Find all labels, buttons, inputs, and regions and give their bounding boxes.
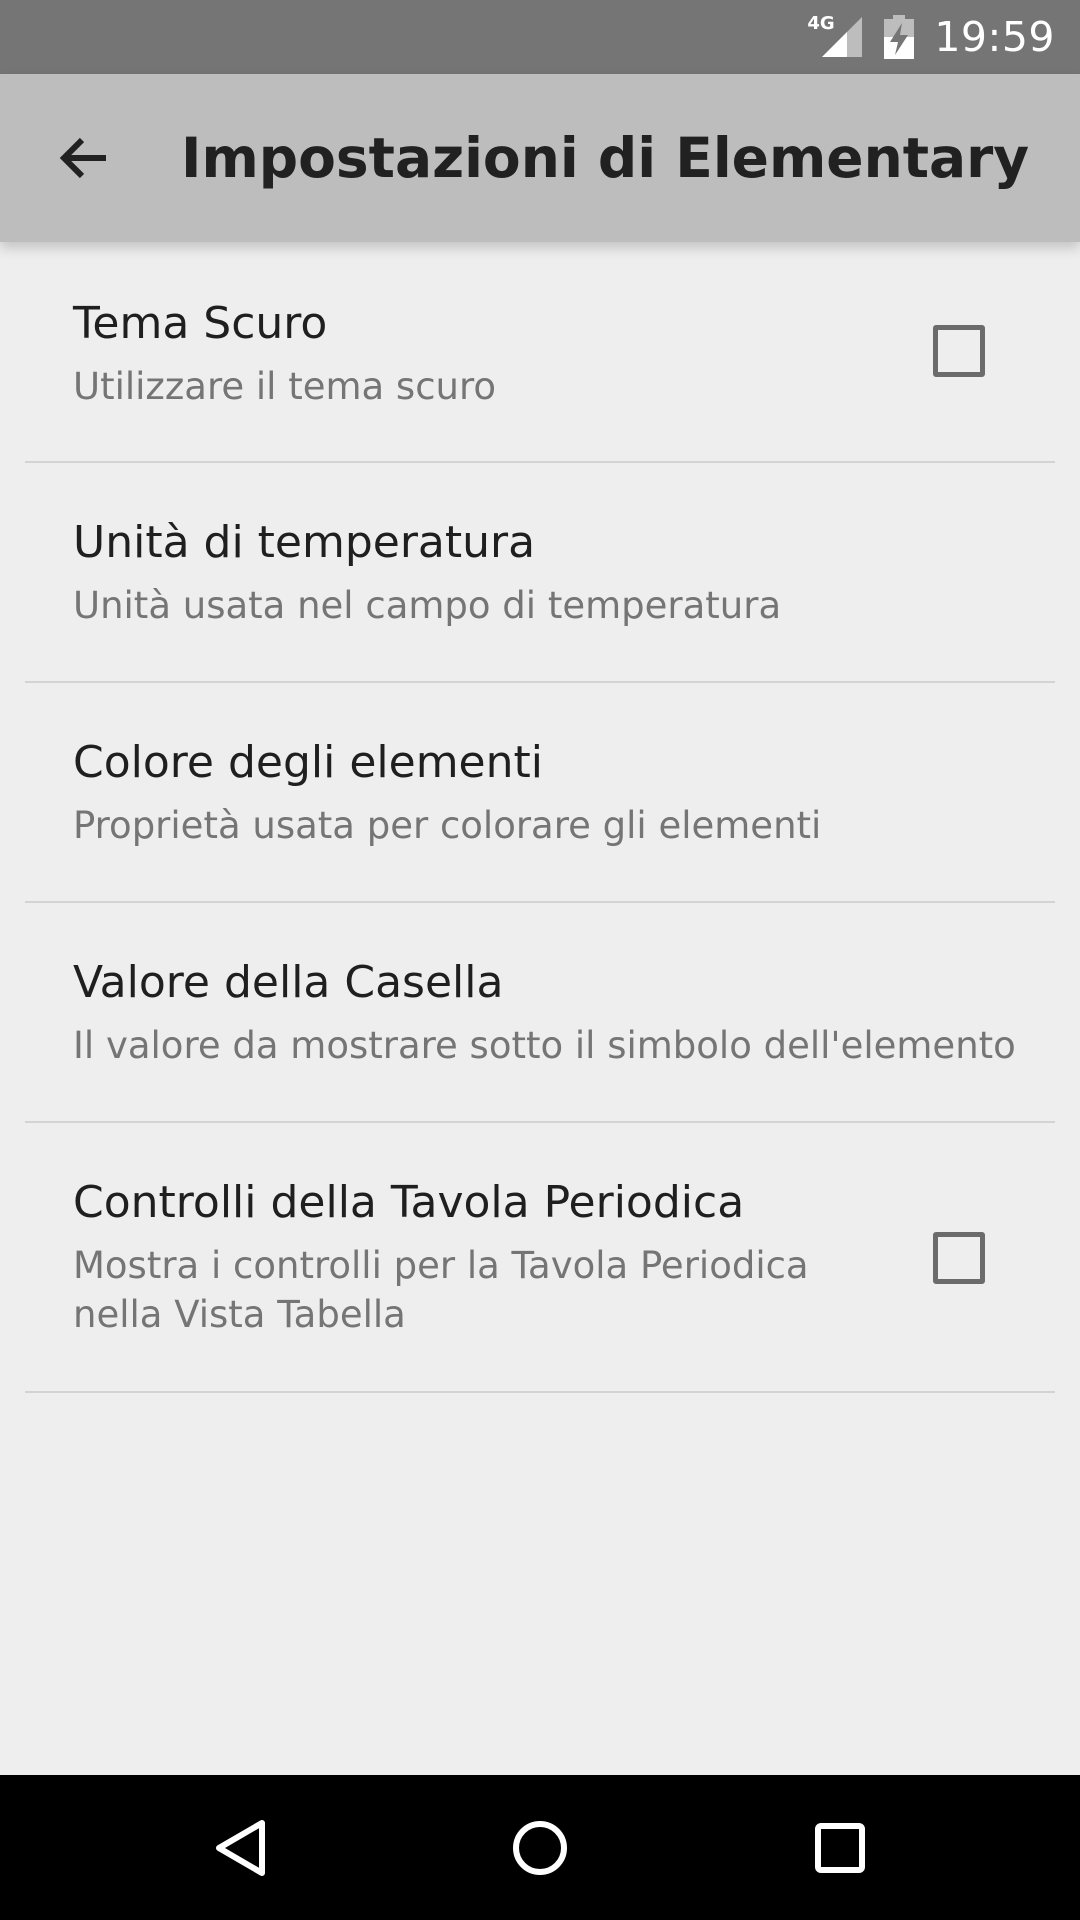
- preferences-list: Tema Scuro Utilizzare il tema scuro Unit…: [0, 242, 1080, 1393]
- pref-item-tile-value[interactable]: Valore della Casella Il valore da mostra…: [0, 903, 1080, 1123]
- app-bar: Impostazioni di Elementary: [0, 74, 1080, 242]
- pref-summary: Proprietà usata per colorare gli element…: [73, 804, 822, 847]
- pref-item-element-color[interactable]: Colore degli elementi Proprietà usata pe…: [0, 683, 1080, 903]
- pref-title: Controlli della Tavola Periodica: [73, 1177, 745, 1228]
- pref-summary: Unità usata nel campo di temperatura: [73, 584, 782, 627]
- pref-title: Valore della Casella: [73, 957, 504, 1008]
- back-button[interactable]: [44, 118, 124, 198]
- pref-item-temperature-unit[interactable]: Unità di temperatura Unità usata nel cam…: [0, 463, 1080, 683]
- navigation-bar: [0, 1775, 1080, 1920]
- battery-charging-icon: [884, 15, 915, 59]
- back-arrow-icon: [59, 137, 106, 179]
- dark-theme-checkbox[interactable]: [933, 325, 985, 377]
- status-bar: 4G 19:59: [0, 0, 1080, 74]
- periodic-table-controls-checkbox[interactable]: [933, 1232, 985, 1284]
- pref-title: Unità di temperatura: [73, 517, 536, 568]
- pref-summary: Il valore da mostrare sotto il simbolo d…: [73, 1024, 1016, 1067]
- home-circle-icon: [513, 1820, 567, 1875]
- page-title: Impostazioni di Elementary: [181, 126, 1030, 190]
- pref-title: Tema Scuro: [73, 298, 328, 349]
- recents-square-icon: [815, 1822, 865, 1873]
- signal-icon: 4G: [807, 13, 863, 59]
- nav-home-button[interactable]: [470, 1775, 610, 1920]
- pref-title: Colore degli elementi: [73, 737, 543, 788]
- nav-back-button[interactable]: [170, 1775, 310, 1920]
- pref-item-periodic-table-controls[interactable]: Controlli della Tavola Periodica Mostra …: [0, 1123, 1080, 1393]
- pref-summary: Mostra i controlli per la Tavola Periodi…: [73, 1244, 809, 1336]
- status-icons: 4G 19:59: [807, 0, 1055, 74]
- clock: 19:59: [934, 13, 1055, 61]
- divider: [25, 1391, 1055, 1393]
- back-triangle-icon: [216, 1819, 265, 1876]
- pref-item-dark-theme[interactable]: Tema Scuro Utilizzare il tema scuro: [0, 242, 1080, 463]
- nav-recents-button[interactable]: [770, 1775, 910, 1920]
- pref-summary: Utilizzare il tema scuro: [73, 365, 497, 408]
